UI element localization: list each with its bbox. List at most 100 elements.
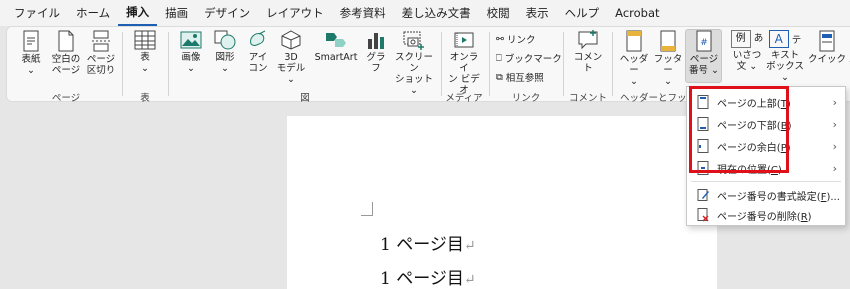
footer-button[interactable]: フッター ⌄ [652, 30, 684, 87]
comment-icon [578, 30, 598, 50]
3d-models-button[interactable]: 3D モデル ⌄ [276, 30, 306, 85]
chevron-down-icon: ⌄ [664, 76, 672, 87]
page-number-icon: # [696, 30, 712, 52]
tab-insert[interactable]: 挿入 [118, 0, 158, 26]
link-icon: ⚯ [496, 33, 504, 45]
bookmark-label: ブックマーク [504, 54, 562, 65]
shapes-button[interactable]: 図形 ⌄ [210, 30, 240, 74]
menu-item-remove-page-numbers[interactable]: ページ番号の削除(R) [687, 204, 845, 226]
cover-page-button[interactable]: 表紙 ⌄ [16, 30, 46, 76]
ribbon-divider [612, 32, 613, 96]
shapes-label: 図形 [215, 52, 235, 63]
screenshot-button[interactable]: スクリーン ショット ⌄ [394, 30, 434, 96]
document-page[interactable] [287, 116, 717, 289]
textbox-button[interactable]: A テキスト ボックス ⌄ [766, 30, 804, 83]
chevron-down-icon: ⌄ [187, 63, 195, 74]
group-label-illustrations: 図 [300, 93, 310, 104]
group-label-pages: ページ [51, 93, 81, 104]
group-label-header-footer: ヘッダーとフッ [620, 93, 687, 104]
chevron-down-icon: ⌄ [27, 65, 35, 76]
margin-corner-mark [361, 202, 373, 216]
quick-parts-button[interactable]: クイック パー [808, 30, 850, 65]
shapes-icon [214, 30, 236, 50]
svg-text:#: # [700, 38, 708, 48]
bookmark-icon: ⎕ [496, 52, 502, 64]
blank-page-button[interactable]: 空白の ページ [50, 30, 82, 76]
tab-draw[interactable]: 描画 [157, 0, 196, 26]
icons-button[interactable]: アイ コン [244, 30, 272, 74]
greeting-button[interactable]: 例 あいさつ 文 ⌄ [730, 30, 764, 72]
3d-models-label-1: 3D [284, 52, 298, 63]
highlight-annotation-box [689, 86, 789, 173]
blank-page-label-2: ページ [51, 65, 81, 76]
page-number-button[interactable]: # ページ 番号 ⌄ [686, 30, 722, 76]
group-label-table: 表 [140, 93, 150, 104]
tab-file[interactable]: ファイル [6, 0, 68, 26]
cover-page-icon [23, 30, 39, 52]
screenshot-label-1: スクリーン [394, 52, 433, 74]
paragraph-line[interactable]: 1 ページ目↵ [380, 230, 476, 255]
bar-chart-icon [368, 33, 384, 49]
return-mark-icon: ↵ [463, 238, 476, 254]
online-video-label-1: オンライ [449, 52, 479, 74]
greeting-preview-icon: 例 [730, 30, 751, 48]
chevron-down-icon: ⌄ [141, 63, 149, 74]
blank-page-label-1: 空白の [51, 54, 81, 65]
ribbon-divider [168, 32, 169, 96]
tab-review[interactable]: 校閲 [479, 0, 518, 26]
menu-item-label: ページ番号の削除(R) [717, 211, 812, 223]
textbox-label-2: ボックス ⌄ [766, 61, 804, 83]
cross-reference-icon: ⧉ [496, 71, 503, 83]
chevron-right-icon: › [832, 95, 837, 109]
table-icon [134, 30, 156, 50]
smartart-button[interactable]: SmartArt [312, 30, 360, 63]
table-button[interactable]: 表 ⌄ [130, 30, 160, 74]
chevron-down-icon: ⌄ [630, 76, 638, 87]
smartart-label: SmartArt [314, 52, 358, 63]
chevron-right-icon: › [832, 117, 837, 131]
online-video-button[interactable]: オンライ ン ビデオ [446, 30, 482, 96]
paragraph-text: 1 ページ目 [380, 235, 464, 255]
tab-mailings[interactable]: 差し込み文書 [394, 0, 479, 26]
footer-icon [660, 30, 676, 52]
tab-acrobat[interactable]: Acrobat [607, 0, 667, 26]
bookmark-button[interactable]: ⎕ ブックマーク [496, 51, 562, 66]
page-number-label-2: 番号 ⌄ [689, 65, 719, 76]
header-button[interactable]: ヘッダー ⌄ [618, 30, 650, 87]
cube-icon [281, 30, 301, 50]
page-break-button[interactable]: ページ 区切り [86, 30, 116, 76]
textbox-icon: A [768, 30, 789, 48]
comment-button[interactable]: コメント [570, 30, 606, 74]
tab-references[interactable]: 参考資料 [332, 0, 394, 26]
image-button[interactable]: 画像 ⌄ [176, 30, 206, 74]
ribbon-divider [122, 32, 123, 96]
link-button[interactable]: ⚯ リンク [496, 32, 535, 47]
footer-label: フッター [653, 54, 683, 76]
menu-bar: ファイル ホーム 挿入 描画 デザイン レイアウト 参考資料 差し込み文書 校閲… [0, 0, 850, 26]
tab-help[interactable]: ヘルプ [557, 0, 608, 26]
group-label-comments: コメント [568, 93, 607, 104]
menu-item-format-page-numbers[interactable]: ページ番号の書式設定(F)... [687, 184, 845, 206]
header-icon [626, 30, 642, 52]
ribbon-divider [489, 32, 490, 96]
cover-page-label: 表紙 [21, 54, 41, 65]
format-icon [697, 189, 709, 201]
header-label: ヘッダー [619, 54, 649, 76]
comment-label: コメント [573, 52, 603, 74]
tab-view[interactable]: 表示 [518, 0, 557, 26]
quick-parts-label: クイック パー [808, 54, 850, 65]
remove-icon [697, 208, 709, 222]
3d-models-label-2: モデル ⌄ [276, 63, 306, 85]
menu-divider [691, 181, 841, 182]
chart-button[interactable]: グラフ [362, 30, 390, 74]
cross-reference-button[interactable]: ⧉ 相互参照 [496, 70, 544, 85]
video-icon [454, 32, 474, 48]
tab-layout[interactable]: レイアウト [258, 0, 332, 26]
tab-design[interactable]: デザイン [196, 0, 258, 26]
image-label: 画像 [181, 52, 201, 63]
ribbon-divider [441, 32, 442, 96]
image-icon [180, 31, 202, 49]
paragraph-line[interactable]: 1 ページ目↵ [380, 264, 476, 289]
table-label: 表 [140, 52, 150, 63]
tab-home[interactable]: ホーム [68, 0, 118, 26]
